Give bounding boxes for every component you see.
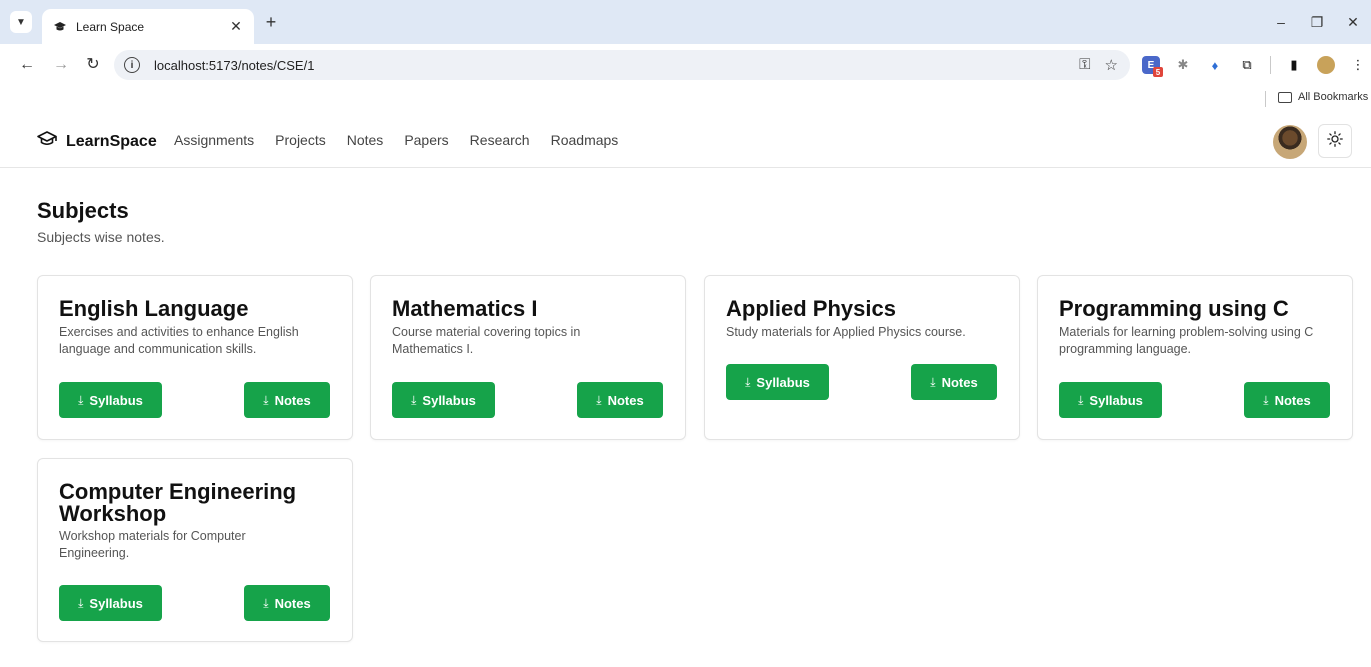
notes-button[interactable]: ⤓ Notes [244, 585, 330, 621]
nav-link-papers[interactable]: Papers [404, 132, 448, 148]
bug-extension-icon[interactable]: ✱ [1174, 56, 1192, 74]
side-panel-icon[interactable]: ▮ [1285, 56, 1303, 74]
syllabus-label: Syllabus [756, 374, 810, 390]
download-icon: ⤓ [78, 392, 84, 407]
syllabus-label: Syllabus [422, 392, 476, 408]
brand-name: LearnSpace [66, 132, 157, 150]
flame-extension-icon[interactable]: ♦ [1206, 56, 1224, 74]
card-title: Computer Engineering Workshop [59, 479, 297, 526]
nav-link-assignments[interactable]: Assignments [174, 132, 254, 148]
reload-icon[interactable]: ↻ [84, 56, 102, 74]
minimize-icon[interactable]: – [1263, 14, 1299, 30]
restore-icon[interactable]: ❐ [1299, 14, 1335, 31]
subject-card: Applied Physics Study materials for Appl… [704, 275, 1020, 440]
syllabus-button[interactable]: ⤓ Syllabus [59, 382, 162, 418]
download-icon: ⤓ [596, 392, 602, 407]
all-bookmarks-label: All Bookmarks [1298, 91, 1369, 103]
card-description: Course material covering topics in Mathe… [392, 325, 581, 356]
download-icon: ⤓ [263, 595, 269, 610]
card-title: Programming using C [1059, 296, 1289, 321]
avatar[interactable] [1273, 125, 1307, 159]
notes-label: Notes [1274, 392, 1311, 408]
notes-button[interactable]: ⤓ Notes [244, 382, 330, 418]
close-icon[interactable]: ✕ [228, 18, 244, 35]
download-icon: ⤓ [263, 392, 269, 407]
info-icon[interactable]: i [124, 57, 140, 73]
sun-icon [1327, 130, 1343, 152]
extension-icon[interactable]: E [1142, 56, 1163, 77]
kebab-menu-icon[interactable]: ⋮ [1349, 56, 1367, 74]
card-title: Mathematics I [392, 296, 538, 321]
notes-button[interactable]: ⤓ Notes [911, 364, 997, 400]
browser-tab[interactable]: Learn Space ✕ [42, 9, 254, 44]
notes-button[interactable]: ⤓ Notes [1244, 382, 1330, 418]
download-icon: ⤓ [411, 392, 417, 407]
subject-card: Computer Engineering Workshop Workshop m… [37, 458, 353, 642]
nav-link-research[interactable]: Research [470, 132, 530, 148]
window-controls: – ❐ ✕ [1263, 0, 1371, 44]
card-title: Applied Physics [726, 296, 896, 321]
graduation-cap-icon [36, 130, 58, 153]
card-description: Exercises and activities to enhance Engl… [59, 325, 299, 356]
syllabus-label: Syllabus [89, 392, 143, 408]
address-bar[interactable]: i localhost:5173/notes/CSE/1 ⚿ ☆ [114, 50, 1130, 80]
syllabus-button[interactable]: ⤓ Syllabus [726, 364, 829, 400]
syllabus-label: Syllabus [1089, 392, 1143, 408]
tab-title: Learn Space [76, 19, 145, 34]
bookmark-star-icon[interactable]: ☆ [1105, 56, 1118, 74]
back-arrow-icon[interactable]: ← [18, 56, 36, 74]
bookmarks-bar: All Bookmarks [0, 86, 1371, 112]
card-title: English Language [59, 296, 249, 321]
page-subtitle: Subjects wise notes. [37, 229, 165, 245]
syllabus-button[interactable]: ⤓ Syllabus [59, 585, 162, 621]
bookmarks-divider [1265, 91, 1266, 107]
new-tab-button[interactable]: + [262, 13, 280, 31]
graduation-cap-icon [52, 19, 68, 35]
subject-card: English Language Exercises and activitie… [37, 275, 353, 440]
extensions-area: E ✱ ♦ ⧉ ▮ ⋮ [1142, 56, 1367, 77]
syllabus-button[interactable]: ⤓ Syllabus [1059, 382, 1162, 418]
theme-toggle-button[interactable] [1318, 124, 1352, 158]
download-icon: ⤓ [78, 595, 84, 610]
download-icon: ⤓ [1078, 392, 1084, 407]
notes-label: Notes [941, 374, 978, 390]
app-navbar: LearnSpace Assignments Projects Notes Pa… [0, 112, 1371, 168]
download-icon: ⤓ [745, 374, 751, 389]
notes-label: Notes [274, 392, 311, 408]
password-key-icon[interactable]: ⚿ [1079, 56, 1090, 74]
puzzle-icon[interactable]: ⧉ [1238, 56, 1256, 74]
notes-label: Notes [607, 392, 644, 408]
nav-link-roadmaps[interactable]: Roadmaps [551, 132, 619, 148]
card-description: Workshop materials for Computer Engineer… [59, 529, 246, 560]
download-icon: ⤓ [930, 374, 936, 389]
main-nav: Assignments Projects Notes Papers Resear… [174, 132, 618, 148]
subject-card: Mathematics I Course material covering t… [370, 275, 686, 440]
brand-link[interactable]: LearnSpace [36, 130, 157, 153]
notes-label: Notes [274, 595, 311, 611]
forward-arrow-icon[interactable]: → [52, 56, 70, 74]
download-icon: ⤓ [1263, 392, 1269, 407]
syllabus-label: Syllabus [89, 595, 143, 611]
nav-link-notes[interactable]: Notes [347, 132, 384, 148]
card-description: Materials for learning problem-solving u… [1059, 325, 1314, 356]
page-title: Subjects [37, 198, 129, 223]
toolbar-divider [1270, 56, 1271, 74]
card-description: Study materials for Applied Physics cour… [726, 325, 966, 339]
browser-profile-avatar[interactable] [1317, 56, 1335, 74]
browser-toolbar: ← → ↻ i localhost:5173/notes/CSE/1 ⚿ ☆ E… [0, 44, 1371, 86]
browser-tab-strip: ▼ Learn Space ✕ + – ❐ ✕ [0, 0, 1371, 44]
syllabus-button[interactable]: ⤓ Syllabus [392, 382, 495, 418]
all-bookmarks-button[interactable]: All Bookmarks [1278, 91, 1368, 103]
notes-button[interactable]: ⤓ Notes [577, 382, 663, 418]
url-text[interactable]: localhost:5173/notes/CSE/1 [154, 58, 314, 73]
folder-icon [1278, 91, 1292, 103]
chevron-down-icon: ▼ [16, 16, 26, 28]
tab-search-button[interactable]: ▼ [10, 11, 32, 33]
nav-link-projects[interactable]: Projects [275, 132, 326, 148]
subject-card: Programming using C Materials for learni… [1037, 275, 1353, 440]
window-close-icon[interactable]: ✕ [1335, 14, 1371, 31]
